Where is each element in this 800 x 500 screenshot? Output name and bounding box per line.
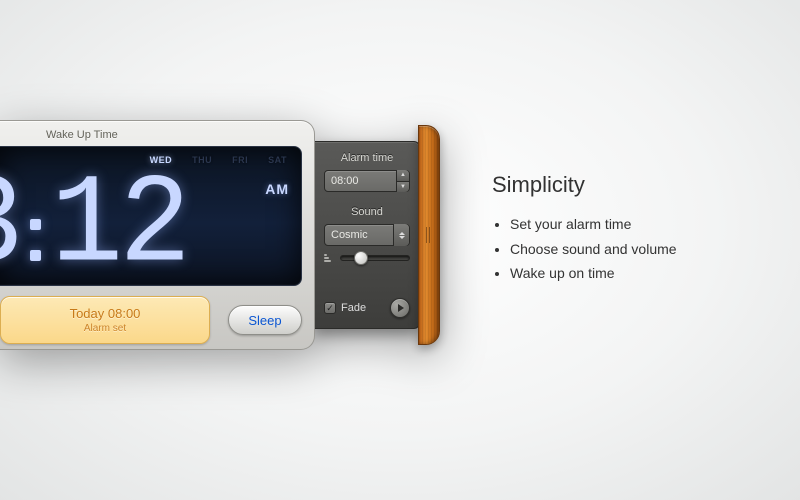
volume-icon [324, 254, 334, 262]
weekday-fri: FRI [232, 155, 248, 165]
clock-body: Wake Up Time WED THU FRI SAT 3 12 AM Tod… [0, 120, 315, 350]
alarm-time-label: Alarm time [324, 152, 410, 164]
checkbox-icon: ✓ [324, 302, 336, 314]
alarm-status-sub: Alarm set [84, 323, 126, 334]
clock-bottom-row: Today 08:00 Alarm set Sleep [0, 296, 302, 344]
time-colon [20, 219, 51, 275]
alarm-status-pill[interactable]: Today 08:00 Alarm set [0, 296, 210, 344]
volume-thumb[interactable] [354, 251, 368, 265]
marketing-panel: Simplicity Set your alarm time Choose so… [492, 172, 677, 286]
stepper-down[interactable]: ▼ [397, 182, 409, 193]
time-digits: 3 12 [0, 147, 197, 285]
alarm-status-main: Today 08:00 [70, 306, 141, 321]
marketing-heading: Simplicity [492, 172, 677, 198]
hour-digit: 3 [0, 177, 20, 278]
minute-digits: 12 [51, 177, 187, 278]
marketing-list: Set your alarm time Choose sound and vol… [492, 212, 677, 286]
alarm-time-field[interactable]: 08:00 ▲ ▼ [324, 170, 410, 192]
sound-select[interactable]: Cosmic [324, 224, 410, 246]
fade-checkbox[interactable]: ✓ Fade [324, 302, 366, 314]
lcd-display: WED THU FRI SAT 3 12 AM [0, 146, 302, 286]
alarm-time-stepper[interactable]: ▲ ▼ [396, 170, 409, 192]
sleep-button-label: Sleep [248, 313, 281, 328]
marketing-bullet-2: Choose sound and volume [510, 237, 677, 262]
volume-row [324, 254, 410, 262]
alarm-time-value: 08:00 [331, 175, 359, 187]
sleep-button[interactable]: Sleep [228, 305, 302, 335]
weekday-sat: SAT [268, 155, 287, 165]
marketing-bullet-1: Set your alarm time [510, 212, 677, 237]
settings-drawer: Alarm time 08:00 ▲ ▼ Sound Cosmic ✓ Fade [315, 141, 420, 329]
window-title: Wake Up Time [0, 129, 302, 146]
sound-value: Cosmic [331, 229, 368, 241]
drawer-bottom-row: ✓ Fade [324, 298, 410, 318]
play-button[interactable] [390, 298, 410, 318]
alarm-clock-widget: Wake Up Time WED THU FRI SAT 3 12 AM Tod… [0, 120, 440, 350]
drawer-handle[interactable] [418, 125, 440, 345]
fade-label: Fade [341, 302, 366, 314]
marketing-bullet-3: Wake up on time [510, 261, 677, 286]
volume-slider[interactable] [340, 255, 410, 261]
chevron-updown-icon[interactable] [393, 224, 409, 246]
sound-label: Sound [324, 206, 410, 218]
ampm-indicator: AM [265, 181, 289, 197]
stepper-up[interactable]: ▲ [397, 170, 409, 182]
